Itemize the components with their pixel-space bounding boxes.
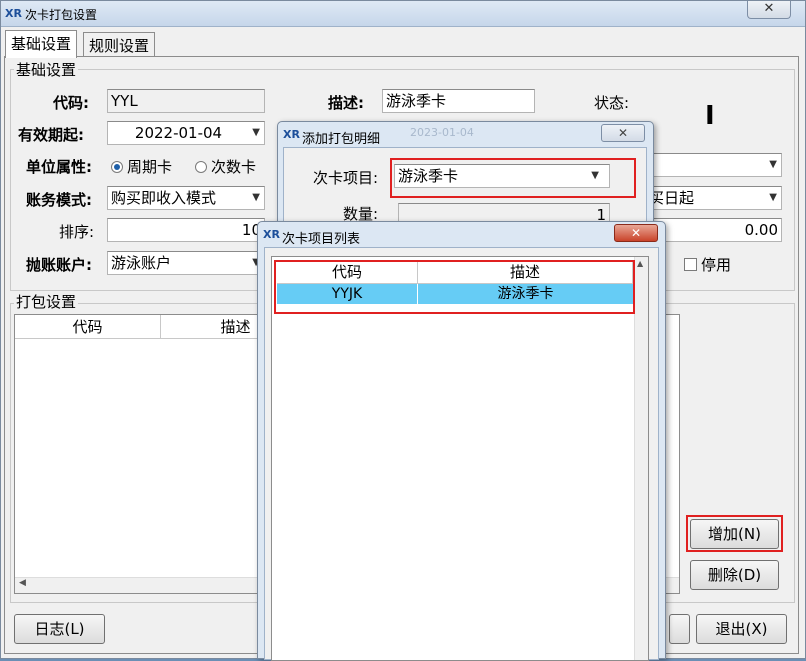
right-combo-1[interactable]: ▼: [645, 153, 782, 177]
dialog-body: 代码 描述 YYJK 游泳季卡 ▲: [264, 247, 659, 661]
dialog-logo-icon: XR: [263, 228, 280, 241]
scroll-left-icon[interactable]: ◀: [19, 578, 26, 588]
close-button[interactable]: ✕: [747, 1, 791, 19]
radio-period-card[interactable]: [111, 161, 123, 173]
card-list-dialog: XR 次卡项目列表 ✕ 代码 描述 YYJK 游泳季卡 ▲: [257, 221, 666, 661]
item-combo[interactable]: 游泳季卡 ▼: [394, 164, 610, 188]
exit-button[interactable]: 退出(X): [696, 614, 787, 644]
code-field[interactable]: YYL: [107, 89, 265, 113]
radio-count-card-label[interactable]: 次数卡: [211, 156, 256, 177]
card-list-grid[interactable]: 代码 描述 YYJK 游泳季卡 ▲: [271, 256, 649, 661]
delete-button[interactable]: 删除(D): [690, 560, 779, 590]
right-combo-2-value: 买日起: [649, 189, 695, 207]
main-titlebar[interactable]: XR 次卡打包设置 ✕: [1, 1, 805, 27]
window-title: 次卡打包设置: [25, 8, 98, 22]
desc-field[interactable]: 游泳季卡: [382, 89, 535, 113]
account-value: 游泳账户: [111, 254, 172, 272]
list-highlight: [274, 260, 635, 314]
desc-label: 描述:: [328, 94, 364, 112]
account-label: 抛账账户:: [26, 256, 92, 274]
disable-label[interactable]: 停用: [701, 254, 731, 275]
log-button[interactable]: 日志(L): [14, 614, 105, 644]
chevron-down-icon[interactable]: ▼: [252, 187, 260, 209]
item-label: 次卡项目:: [313, 169, 379, 187]
tab-rule-settings[interactable]: 规则设置: [83, 32, 156, 56]
dialog-title: 次卡项目列表: [282, 232, 361, 247]
sort-field[interactable]: 10: [107, 218, 265, 242]
chevron-down-icon[interactable]: ▼: [769, 187, 777, 209]
basic-settings-title: 基础设置: [14, 59, 79, 80]
account-mode-combo[interactable]: 购买即收入模式 ▼: [107, 186, 265, 210]
chevron-down-icon[interactable]: ▼: [252, 122, 260, 144]
hidden-button[interactable]: [669, 614, 690, 644]
disable-checkbox[interactable]: [684, 258, 697, 271]
dialog-title: 添加打包明细: [302, 132, 381, 147]
dialog-close-button[interactable]: ✕: [614, 224, 658, 242]
valid-from-value: 2022-01-04: [134, 124, 223, 142]
chevron-down-icon[interactable]: ▼: [591, 165, 599, 187]
radio-period-card-label[interactable]: 周期卡: [127, 156, 172, 177]
code-label: 代码:: [53, 94, 89, 112]
vertical-scrollbar[interactable]: ▲: [634, 257, 648, 660]
item-value: 游泳季卡: [398, 167, 459, 185]
unit-attr-label: 单位属性:: [26, 158, 92, 176]
dialog-close-button[interactable]: ✕: [601, 124, 645, 142]
account-mode-value: 购买即收入模式: [111, 189, 217, 207]
sort-label: 排序:: [59, 223, 95, 241]
pack-settings-title: 打包设置: [14, 291, 79, 312]
status-value: I: [705, 101, 715, 131]
dialog-logo-icon: XR: [283, 128, 300, 141]
valid-from-picker[interactable]: 2022-01-04 ▼: [107, 121, 265, 145]
account-combo[interactable]: 游泳账户 ▼: [107, 251, 265, 275]
radio-count-card[interactable]: [195, 161, 207, 173]
chevron-down-icon[interactable]: ▼: [769, 154, 777, 176]
hidden-date-text: 2023-01-04: [410, 126, 474, 139]
app-logo-icon: XR: [5, 7, 22, 20]
valid-from-label: 有效期起:: [18, 126, 84, 144]
scroll-up-icon[interactable]: ▲: [637, 259, 643, 268]
account-mode-label: 账务模式:: [26, 191, 92, 209]
add-button[interactable]: 增加(N): [690, 519, 779, 549]
pack-col-code[interactable]: 代码: [15, 315, 161, 339]
right-combo-2[interactable]: 买日起 ▼: [645, 186, 782, 210]
status-label: 状态:: [594, 94, 630, 112]
tab-basic-settings[interactable]: 基础设置: [5, 30, 78, 58]
